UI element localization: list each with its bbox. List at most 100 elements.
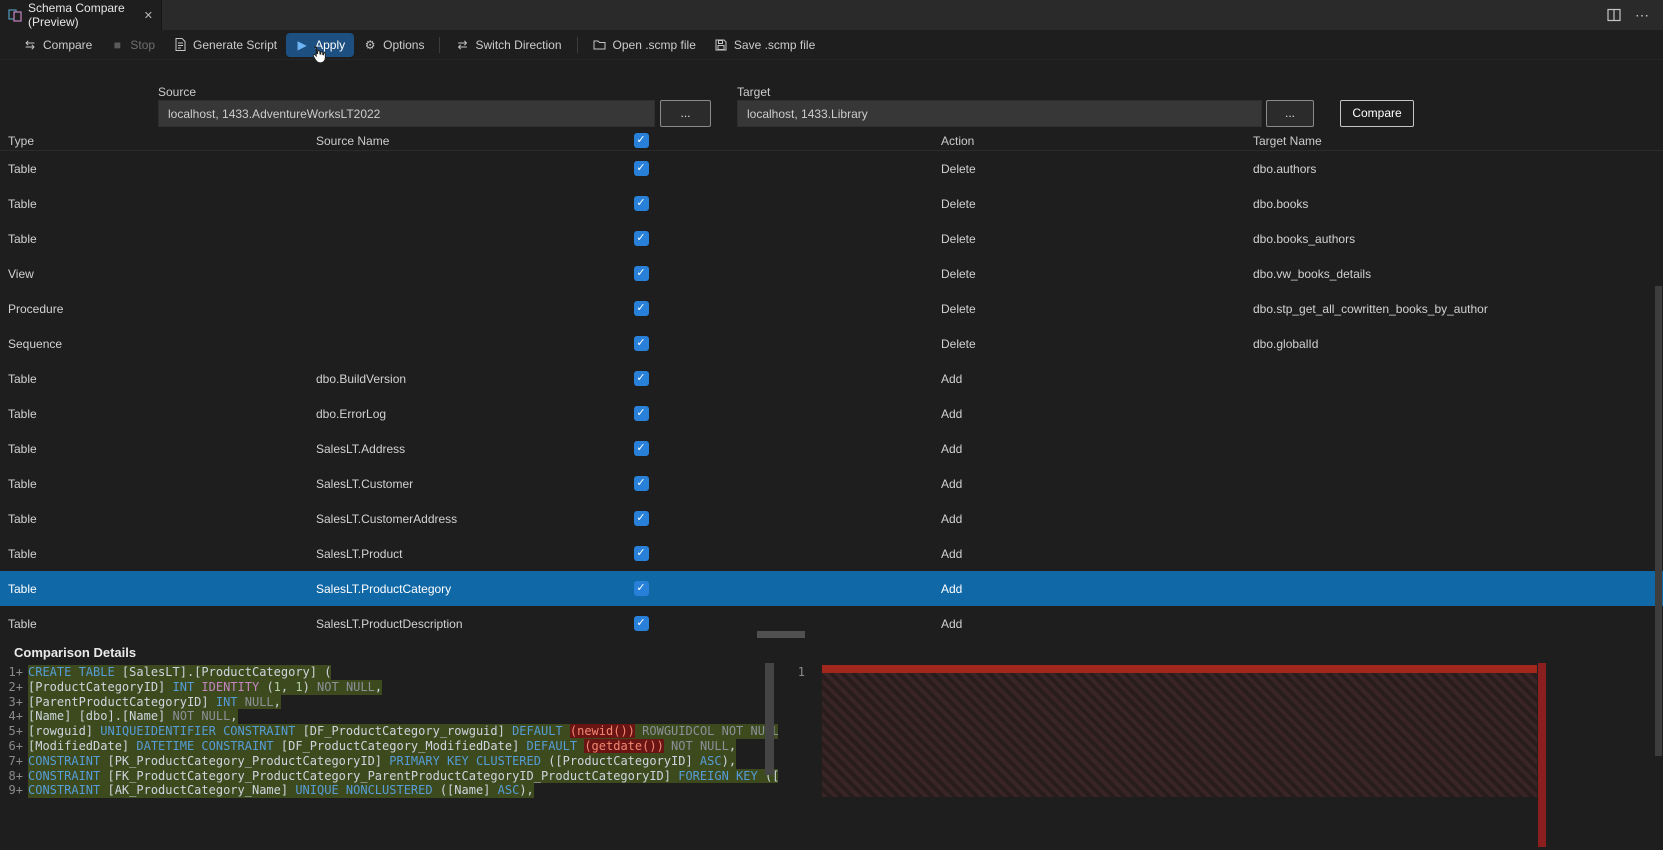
options-button[interactable]: ⚙ Options — [354, 33, 433, 57]
source-browse-button[interactable]: ... — [660, 100, 711, 127]
include-checkbox[interactable] — [633, 371, 649, 386]
cell-source-name: SalesLT.Product — [316, 546, 403, 561]
compare-button[interactable]: ⇆ Compare — [14, 33, 101, 57]
diff-right-pane[interactable]: 1 — [778, 663, 1663, 847]
switch-direction-icon: ⇄ — [457, 37, 468, 52]
table-row[interactable]: Table dbo.ErrorLog Add — [0, 396, 1663, 431]
table-row[interactable]: Procedure Delete dbo.stp_get_all_cowritt… — [0, 291, 1663, 326]
header-type[interactable]: Type — [0, 134, 316, 148]
include-checkbox[interactable] — [633, 196, 649, 211]
comparison-details-title: Comparison Details — [0, 641, 1663, 663]
diff-left-code: 1+ CREATE TABLE [SalesLT].[ProductCategor… — [0, 665, 778, 799]
include-checkbox[interactable] — [633, 441, 649, 456]
schema-compare-window: Schema Compare (Preview) ✕ ⋯ ⇆ Compare ■… — [0, 0, 1663, 850]
header-source-name[interactable]: Source Name — [316, 134, 621, 148]
schema-compare-icon — [8, 8, 22, 22]
table-row[interactable]: Sequence Delete dbo.globalId — [0, 326, 1663, 361]
include-checkbox[interactable] — [633, 511, 649, 526]
apply-button[interactable]: ▶ Apply — [286, 32, 355, 57]
select-all-checkbox[interactable] — [633, 133, 649, 148]
results-grid: Type Source Name Action Target Name Tabl… — [0, 131, 1663, 756]
script-icon — [173, 38, 187, 52]
include-checkbox[interactable] — [633, 336, 649, 351]
diff-left-pane[interactable]: 1+ CREATE TABLE [SalesLT].[ProductCategor… — [0, 663, 778, 847]
grid-horizontal-scrollbar[interactable] — [757, 631, 805, 638]
cell-action: Add — [941, 371, 963, 386]
cell-checkbox — [621, 441, 661, 456]
cell-type: Table — [8, 231, 37, 246]
tab-schema-compare[interactable]: Schema Compare (Preview) ✕ — [0, 0, 162, 30]
include-checkbox[interactable] — [633, 581, 649, 596]
cell-checkbox — [621, 546, 661, 561]
switch-direction-button[interactable]: ⇄ Switch Direction — [446, 33, 570, 57]
gear-icon: ⚙ — [364, 37, 376, 52]
target-input[interactable] — [737, 100, 1262, 127]
table-row[interactable]: Table Delete dbo.books — [0, 186, 1663, 221]
source-input[interactable] — [158, 100, 655, 127]
cell-checkbox — [621, 371, 661, 386]
cell-source-name: dbo.BuildVersion — [316, 371, 407, 386]
split-editor-icon[interactable] — [1607, 8, 1621, 22]
cell-checkbox — [621, 301, 661, 316]
compare-icon: ⇆ — [24, 37, 36, 52]
stop-icon: ■ — [113, 37, 121, 52]
cell-source-name: SalesLT.Customer — [316, 476, 414, 491]
stop-button[interactable]: ■ Stop — [101, 33, 164, 57]
table-row[interactable]: Table SalesLT.ProductCategory Add — [0, 571, 1663, 606]
cell-checkbox — [621, 266, 661, 281]
table-row[interactable]: Table SalesLT.CustomerAddress Add — [0, 501, 1663, 536]
table-row[interactable]: Table SalesLT.Address Add — [0, 431, 1663, 466]
include-checkbox[interactable] — [633, 406, 649, 421]
include-checkbox[interactable] — [633, 231, 649, 246]
generate-script-button[interactable]: Generate Script — [164, 33, 286, 57]
cell-checkbox — [621, 196, 661, 211]
cell-action: Add — [941, 581, 963, 596]
code-line: 3+ [ParentProductCategoryID] INT NULL, — [8, 694, 281, 710]
cell-type: Table — [8, 511, 37, 526]
options-label: Options — [383, 37, 425, 52]
cell-action: Add — [941, 441, 963, 456]
table-row[interactable]: Table Delete dbo.authors — [0, 151, 1663, 186]
cell-type: Table — [8, 476, 37, 491]
table-row[interactable]: Table dbo.BuildVersion Add — [0, 361, 1663, 396]
include-checkbox[interactable] — [633, 161, 649, 176]
code-line: 9+ CONSTRAINT [AK_ProductCategory_Name] U… — [8, 783, 534, 799]
tab-bar: Schema Compare (Preview) ✕ ⋯ — [0, 0, 1663, 30]
target-browse-button[interactable]: ... — [1266, 100, 1314, 127]
table-row[interactable]: View Delete dbo.vw_books_details — [0, 256, 1663, 291]
cell-checkbox — [621, 406, 661, 421]
grid-header-row: Type Source Name Action Target Name — [0, 131, 1663, 151]
save-scmp-button[interactable]: Save .scmp file — [705, 33, 824, 57]
compare-action-button[interactable]: Compare — [1340, 100, 1414, 127]
include-checkbox[interactable] — [633, 546, 649, 561]
cell-source-name: SalesLT.Address — [316, 441, 406, 456]
cell-action: Add — [941, 511, 963, 526]
cell-action: Add — [941, 406, 963, 421]
cell-action: Delete — [941, 196, 976, 211]
cell-action: Delete — [941, 266, 976, 281]
header-action[interactable]: Action — [941, 134, 1253, 148]
table-row[interactable]: Table SalesLT.Customer Add — [0, 466, 1663, 501]
include-checkbox[interactable] — [633, 476, 649, 491]
cell-checkbox — [621, 511, 661, 526]
include-checkbox[interactable] — [633, 266, 649, 281]
cell-target-name: dbo.authors — [1253, 161, 1317, 176]
cell-type: Table — [8, 406, 37, 421]
open-scmp-button[interactable]: Open .scmp file — [584, 33, 705, 57]
more-actions-icon[interactable]: ⋯ — [1635, 8, 1649, 22]
table-row[interactable]: Table SalesLT.ProductDescription Add — [0, 606, 1663, 641]
header-target-name[interactable]: Target Name — [1253, 134, 1663, 148]
cell-target-name: dbo.books_authors — [1253, 231, 1356, 246]
diff-left-scrollbar[interactable] — [765, 663, 774, 775]
stop-label: Stop — [130, 37, 156, 52]
code-line: 6+ [ModifiedDate] DATETIME CONSTRAINT [DF… — [8, 738, 737, 754]
include-checkbox[interactable] — [633, 616, 649, 631]
cell-action: Delete — [941, 161, 976, 176]
table-row[interactable]: Table Delete dbo.books_authors — [0, 221, 1663, 256]
cell-target-name: dbo.vw_books_details — [1253, 266, 1372, 281]
include-checkbox[interactable] — [633, 301, 649, 316]
table-row[interactable]: Table SalesLT.Product Add — [0, 536, 1663, 571]
switch-direction-label: Switch Direction — [475, 37, 562, 52]
diff-editor: 1+ CREATE TABLE [SalesLT].[ProductCategor… — [0, 663, 1663, 847]
tab-close-icon[interactable]: ✕ — [144, 9, 153, 22]
